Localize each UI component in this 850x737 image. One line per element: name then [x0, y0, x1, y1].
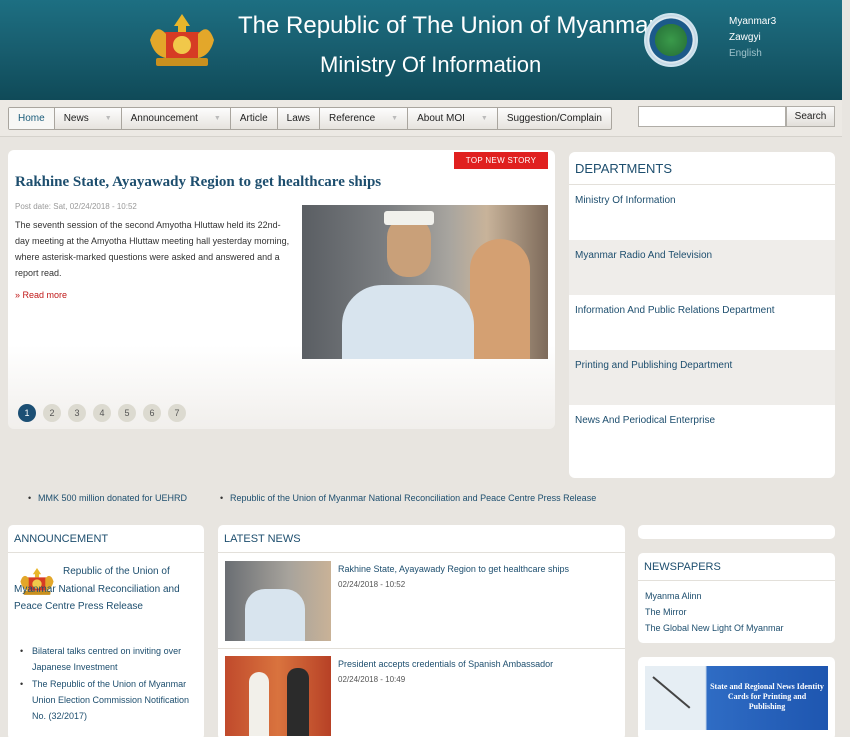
announcement-panel: ANNOUNCEMENT Republic of the Union of My… — [8, 525, 204, 737]
dept-information-public-relations[interactable]: Information And Public Relations Departm… — [569, 295, 835, 350]
list-item[interactable]: Bilateral talks centred on inviting over… — [20, 643, 198, 675]
ministry-seal-icon — [644, 13, 698, 67]
lang-english[interactable]: English — [729, 46, 776, 62]
chevron-down-icon: ▼ — [104, 115, 112, 122]
newspapers-list: Myanma Alinn The Mirror The Global New L… — [638, 581, 835, 636]
page-6-button[interactable]: 6 — [143, 404, 161, 422]
story-pager: 1 2 3 4 5 6 7 — [18, 404, 186, 422]
page-1-button[interactable]: 1 — [18, 404, 36, 422]
latest-news-panel: LATEST NEWS Rakhine State, Ayayawady Reg… — [218, 525, 625, 737]
departments-panel: DEPARTMENTS Ministry Of Information Myan… — [569, 152, 835, 478]
top-story-badge: TOP NEW STORY — [454, 152, 548, 169]
news-thumbnail[interactable] — [225, 656, 331, 736]
top-story-summary: The seventh session of the second Amyoth… — [15, 220, 290, 278]
identity-cards-banner: State and Regional News Identity Cards f… — [638, 657, 835, 737]
list-item[interactable]: The Republic of the Union of Myanmar Uni… — [20, 676, 198, 724]
top-story-title[interactable]: Rakhine State, Ayayawady Region to get h… — [15, 174, 381, 191]
announcement-heading: ANNOUNCEMENT — [8, 525, 204, 553]
list-item: Rakhine State, Ayayawady Region to get h… — [218, 554, 625, 646]
top-story-date: Post date: Sat, 02/24/2018 - 10:52 — [15, 202, 137, 211]
page-2-button[interactable]: 2 — [43, 404, 61, 422]
nav-suggestion-complain[interactable]: Suggestion/Complain — [498, 108, 611, 129]
page-5-button[interactable]: 5 — [118, 404, 136, 422]
lang-myanmar3[interactable]: Myanmar3 — [729, 14, 776, 30]
site-title: The Republic of The Union of Myanmar — [238, 12, 657, 39]
search-button[interactable]: Search — [786, 106, 835, 127]
empty-widget — [638, 525, 835, 539]
page-3-button[interactable]: 3 — [68, 404, 86, 422]
news-title-link[interactable]: President accepts credentials of Spanish… — [338, 659, 553, 669]
announcement-list: Bilateral talks centred on inviting over… — [20, 643, 198, 725]
newspaper-myanma-alinn[interactable]: Myanma Alinn — [638, 588, 835, 604]
announcement-lead-link[interactable]: Republic of the Union of Myanmar Nationa… — [14, 563, 200, 616]
dept-ministry-of-information[interactable]: Ministry Of Information — [569, 185, 835, 240]
main-menu: Home News ▼ Announcement ▼ Article Laws Re… — [8, 107, 612, 130]
language-switcher: Myanmar3 Zawgyi English — [729, 14, 776, 62]
dept-printing-publishing[interactable]: Printing and Publishing Department — [569, 350, 835, 405]
newspapers-panel: NEWSPAPERS Myanma Alinn The Mirror The G… — [638, 553, 835, 643]
news-thumbnail[interactable] — [225, 561, 331, 641]
pen-icon — [652, 676, 691, 709]
nav-laws[interactable]: Laws — [278, 108, 321, 129]
search-input[interactable] — [638, 106, 786, 127]
chevron-down-icon: ▼ — [213, 115, 221, 122]
top-story-photo[interactable] — [302, 205, 548, 359]
read-more-link[interactable]: » Read more — [15, 290, 67, 300]
news-title-link[interactable]: Rakhine State, Ayayawady Region to get h… — [338, 564, 569, 574]
banner-image[interactable]: State and Regional News Identity Cards f… — [645, 666, 828, 730]
page-4-button[interactable]: 4 — [93, 404, 111, 422]
nav-article[interactable]: Article — [231, 108, 278, 129]
chevron-down-icon: ▼ — [391, 115, 399, 122]
nav-news[interactable]: News ▼ — [55, 108, 122, 129]
photo-figure-background — [470, 239, 530, 359]
newspaper-the-mirror[interactable]: The Mirror — [638, 604, 835, 620]
dept-myanmar-radio-television[interactable]: Myanmar Radio And Television — [569, 240, 835, 295]
ticker-item[interactable]: Republic of the Union of Myanmar Nationa… — [220, 493, 596, 503]
list-item: President accepts credentials of Spanish… — [218, 649, 625, 737]
photo-figure-head — [387, 217, 431, 277]
news-date: 02/24/2018 - 10:49 — [338, 675, 406, 684]
photo-figure-cap — [384, 211, 434, 225]
nav-home[interactable]: Home — [9, 108, 55, 129]
ticker-item[interactable]: MMK 500 million donated for UEHRD — [28, 493, 187, 503]
nav-announcement[interactable]: Announcement ▼ — [122, 108, 231, 129]
news-date: 02/24/2018 - 10:52 — [338, 580, 406, 589]
newspaper-global-new-light[interactable]: The Global New Light Of Myanmar — [638, 620, 835, 636]
page-7-button[interactable]: 7 — [168, 404, 186, 422]
top-story-panel: TOP NEW STORY Rakhine State, Ayayawady R… — [8, 150, 555, 429]
photo-figure-body — [342, 285, 474, 359]
newspapers-heading: NEWSPAPERS — [638, 553, 835, 581]
double-chevron-right-icon: » — [15, 290, 23, 300]
nav-about-moi[interactable]: About MOI ▼ — [408, 108, 498, 129]
dept-news-periodical-enterprise[interactable]: News And Periodical Enterprise — [569, 405, 835, 460]
departments-heading: DEPARTMENTS — [569, 152, 835, 185]
latest-news-heading: LATEST NEWS — [218, 525, 625, 553]
chevron-down-icon: ▼ — [480, 115, 488, 122]
banner-text: State and Regional News Identity Cards f… — [710, 682, 824, 711]
site-header: The Republic of The Union of Myanmar Min… — [0, 0, 842, 100]
state-emblem-icon — [150, 14, 214, 66]
site-subtitle: Ministry Of Information — [320, 52, 542, 77]
lang-zawgyi[interactable]: Zawgyi — [729, 30, 776, 46]
nav-reference[interactable]: Reference ▼ — [320, 108, 409, 129]
